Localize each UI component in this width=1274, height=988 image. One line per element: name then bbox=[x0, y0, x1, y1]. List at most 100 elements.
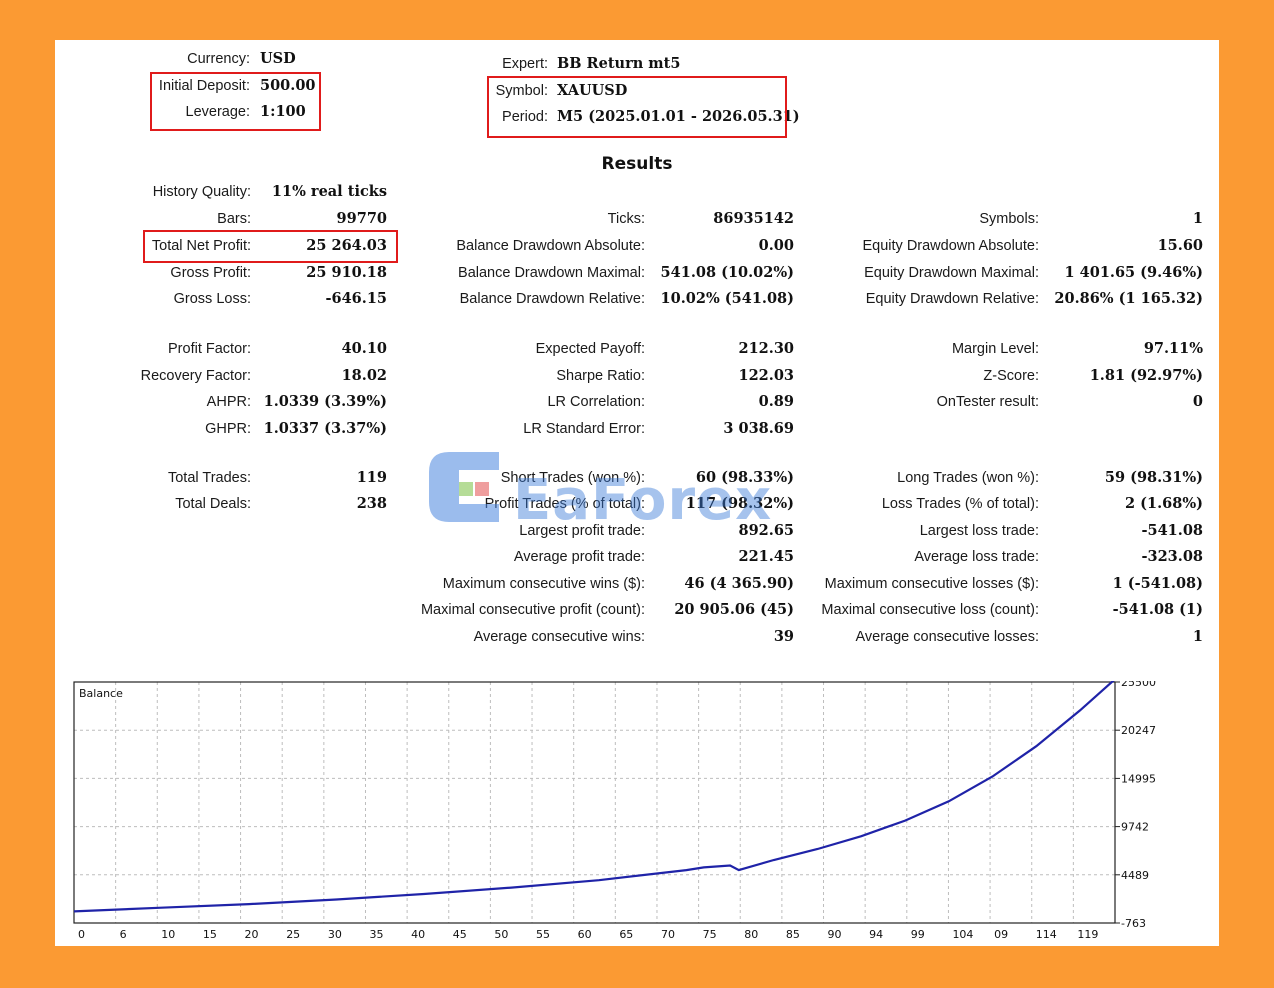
x-tick-label: 10 bbox=[161, 928, 175, 941]
results-title: Results bbox=[601, 154, 673, 174]
x-tick-label: 6 bbox=[120, 928, 127, 941]
gross-profit-value: 25 910.18 bbox=[306, 264, 387, 281]
currency-label: Currency: bbox=[187, 51, 250, 67]
ontester-result-value: 0 bbox=[1192, 393, 1203, 410]
deposit-highlight-box bbox=[150, 72, 321, 131]
ticks-value: 86935142 bbox=[713, 210, 794, 227]
x-tick-label: 35 bbox=[369, 928, 383, 941]
sharpe-ratio-value: 122.03 bbox=[738, 367, 795, 384]
gross-loss-value: -646.15 bbox=[325, 290, 387, 307]
y-tick-label: 20247 bbox=[1121, 724, 1156, 737]
net-profit-highlight-box bbox=[143, 230, 398, 263]
x-tick-label: 55 bbox=[536, 928, 550, 941]
loss-trades-label: Loss Trades (% of total): bbox=[881, 496, 1039, 512]
profit-trades-value: 117 (98.32%) bbox=[685, 495, 794, 512]
balance-dd-relative-value: 10.02% (541.08) bbox=[660, 290, 794, 307]
x-tick-label: 45 bbox=[453, 928, 467, 941]
x-tick-label: 50 bbox=[494, 928, 508, 941]
lr-correlation-value: 0.89 bbox=[758, 393, 794, 410]
currency-value: USD bbox=[260, 50, 296, 67]
lr-standard-error-label: LR Standard Error: bbox=[523, 421, 645, 437]
x-tick-label: 65 bbox=[619, 928, 633, 941]
average-profit-trade-value: 221.45 bbox=[738, 548, 795, 565]
balance-dd-relative-label: Balance Drawdown Relative: bbox=[459, 291, 645, 307]
largest-profit-trade-value: 892.65 bbox=[738, 522, 795, 539]
ghpr-label: GHPR: bbox=[205, 421, 251, 437]
balance-dd-maximal-label: Balance Drawdown Maximal: bbox=[458, 265, 645, 281]
average-loss-trade-value: -323.08 bbox=[1141, 548, 1203, 565]
max-consecutive-losses-value: 1 (-541.08) bbox=[1112, 575, 1203, 592]
average-consecutive-losses-label: Average consecutive losses: bbox=[855, 629, 1039, 645]
x-tick-label: 104 bbox=[952, 928, 973, 941]
z-score-value: 1.81 (92.97%) bbox=[1089, 367, 1203, 384]
long-trades-value: 59 (98.31%) bbox=[1104, 469, 1203, 486]
ahpr-label: AHPR: bbox=[206, 394, 251, 410]
x-tick-label: 80 bbox=[744, 928, 758, 941]
symbols-value: 1 bbox=[1192, 210, 1203, 227]
symbol-highlight-box bbox=[487, 76, 787, 138]
balance-dd-absolute-label: Balance Drawdown Absolute: bbox=[456, 238, 645, 254]
symbols-label: Symbols: bbox=[979, 211, 1039, 227]
maximal-consecutive-loss-label: Maximal consecutive loss (count): bbox=[821, 602, 1039, 618]
history-quality-label: History Quality: bbox=[152, 184, 251, 200]
x-tick-label: 70 bbox=[661, 928, 675, 941]
margin-level-label: Margin Level: bbox=[951, 341, 1039, 357]
x-tick-label: 85 bbox=[786, 928, 800, 941]
profit-factor-value: 40.10 bbox=[341, 340, 387, 357]
lr-standard-error-value: 3 038.69 bbox=[723, 420, 794, 437]
balance-dd-maximal-value: 541.08 (10.02%) bbox=[660, 264, 794, 281]
chart-grid bbox=[73, 681, 1115, 924]
x-tick-label: 25 bbox=[286, 928, 300, 941]
total-deals-label: Total Deals: bbox=[175, 496, 251, 512]
x-axis-ticks: 0 6 10 15 20 25 30 35 40 45 50 55 60 65 70 75 80 85 90 94 99… bbox=[78, 928, 1098, 941]
short-trades-label: Short Trades (won %): bbox=[500, 470, 645, 486]
average-consecutive-wins-value: 39 bbox=[773, 628, 794, 645]
y-tick-label: 25500 bbox=[1121, 681, 1156, 689]
average-consecutive-losses-value: 1 bbox=[1192, 628, 1203, 645]
y-tick-label: 4489 bbox=[1121, 869, 1149, 882]
balance-chart: Balance 0 6 10 15 20 25 30 35 40 45 50 55 60 65 70 75 80… bbox=[73, 681, 1156, 941]
bars-value: 99770 bbox=[336, 210, 387, 227]
x-tick-label: 20 bbox=[245, 928, 259, 941]
x-tick-label: 40 bbox=[411, 928, 425, 941]
ticks-label: Ticks: bbox=[607, 211, 645, 227]
history-quality-value: 11% real ticks bbox=[271, 183, 387, 200]
max-consecutive-wins-label: Maximum consecutive wins ($): bbox=[442, 576, 645, 592]
x-tick-label: 119 bbox=[1077, 928, 1098, 941]
profit-trades-label: Profit Trades (% of total): bbox=[484, 496, 645, 512]
sharpe-ratio-label: Sharpe Ratio: bbox=[556, 368, 645, 384]
average-consecutive-wins-label: Average consecutive wins: bbox=[473, 629, 645, 645]
tester-report: Currency: USD Initial Deposit: 500.00 Le… bbox=[55, 40, 1219, 946]
x-tick-label: 94 bbox=[869, 928, 883, 941]
ahpr-value: 1.0339 (3.39%) bbox=[263, 393, 387, 410]
x-tick-label: 15 bbox=[203, 928, 217, 941]
largest-profit-trade-label: Largest profit trade: bbox=[519, 523, 645, 539]
x-tick-label: 30 bbox=[328, 928, 342, 941]
loss-trades-value: 2 (1.68%) bbox=[1125, 495, 1203, 512]
eaforex-logo-icon bbox=[429, 452, 499, 522]
profit-factor-label: Profit Factor: bbox=[168, 341, 251, 357]
recovery-factor-value: 18.02 bbox=[341, 367, 387, 384]
z-score-label: Z-Score: bbox=[983, 368, 1039, 384]
expert-label: Expert: bbox=[502, 56, 548, 72]
recovery-factor-label: Recovery Factor: bbox=[140, 368, 251, 384]
equity-dd-absolute-value: 15.60 bbox=[1157, 237, 1203, 254]
gross-loss-label: Gross Loss: bbox=[173, 291, 251, 307]
y-tick-label: -763 bbox=[1121, 917, 1146, 930]
balance-dd-absolute-value: 0.00 bbox=[758, 237, 794, 254]
equity-dd-maximal-value: 1 401.65 (9.46%) bbox=[1064, 264, 1204, 281]
chart-title: Balance bbox=[79, 687, 123, 700]
maximal-consecutive-loss-value: -541.08 (1) bbox=[1112, 601, 1203, 618]
equity-dd-relative-label: Equity Drawdown Relative: bbox=[865, 291, 1039, 307]
equity-dd-maximal-label: Equity Drawdown Maximal: bbox=[864, 265, 1039, 281]
short-trades-value: 60 (98.33%) bbox=[695, 469, 794, 486]
max-consecutive-losses-label: Maximum consecutive losses ($): bbox=[824, 576, 1039, 592]
long-trades-label: Long Trades (won %): bbox=[897, 470, 1039, 486]
y-axis-ticks: 25500 20247 14995 9742 4489 -763 bbox=[1115, 681, 1156, 930]
x-tick-label: 99 bbox=[911, 928, 925, 941]
x-tick-label: 60 bbox=[578, 928, 592, 941]
x-tick-label: 0 bbox=[78, 928, 85, 941]
largest-loss-trade-label: Largest loss trade: bbox=[919, 523, 1039, 539]
y-tick-label: 9742 bbox=[1121, 821, 1149, 834]
chart-plot-frame bbox=[73, 681, 1116, 924]
